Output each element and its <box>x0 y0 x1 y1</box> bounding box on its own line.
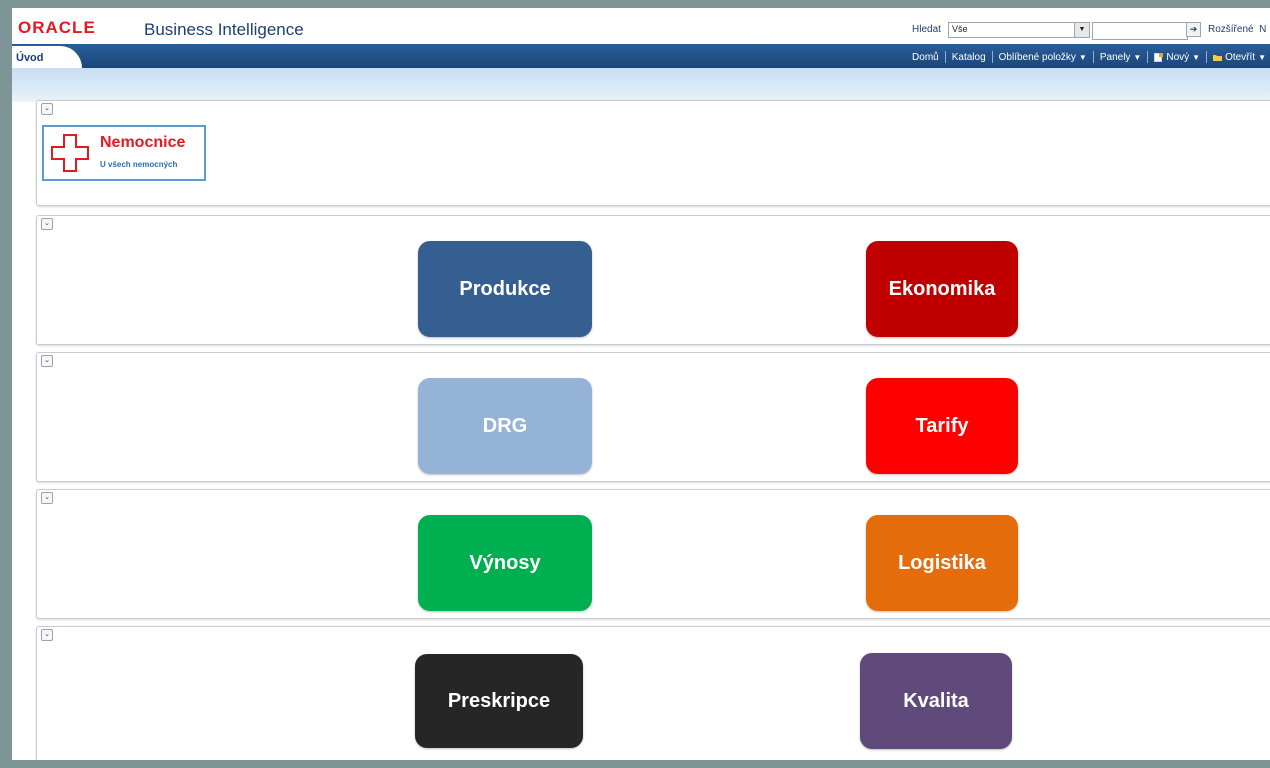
tab-uvod[interactable]: Úvod <box>12 46 82 68</box>
oracle-logo: ORACLE <box>18 18 96 37</box>
menu-dashboards-label: Panely <box>1099 51 1131 63</box>
caret-down-icon: ▼ <box>1133 52 1142 62</box>
menu-open-label: Otevřít <box>1225 51 1256 63</box>
product-title: Business Intelligence <box>144 20 304 39</box>
hospital-tagline: U všech nemocných <box>100 160 178 169</box>
tile-vynosy[interactable]: Výnosy <box>418 515 592 611</box>
collapse-toggle-icon[interactable]: ⌄ <box>41 355 53 367</box>
header-bar: ORACLE Business Intelligence Hledat Vše … <box>12 8 1270 45</box>
page-header-band <box>12 68 1270 102</box>
menu-favorites[interactable]: Oblíbené položky ▼ <box>999 52 1087 63</box>
search-scope-select[interactable]: Vše ▼ <box>948 22 1090 38</box>
divider <box>944 51 946 63</box>
tile-tarify[interactable]: Tarify <box>866 378 1018 474</box>
menu-dashboards[interactable]: Panely ▼ <box>1100 52 1142 63</box>
menu-new-label: Nový <box>1166 51 1190 63</box>
menu-open[interactable]: Otevřít ▼ <box>1213 52 1266 63</box>
dashboard-section-row1: ⌄ <box>36 215 1270 345</box>
caret-down-icon: ▼ <box>1258 52 1266 62</box>
caret-down-icon: ▼ <box>1192 52 1201 62</box>
red-cross-icon <box>51 134 89 172</box>
hospital-name: Nemocnice <box>100 134 186 151</box>
global-nav-bar: Úvod Domů Katalog Oblíbené položky ▼ Pane… <box>12 44 1270 68</box>
divider <box>1147 51 1149 63</box>
tile-logistika[interactable]: Logistika <box>866 515 1018 611</box>
hospital-logo: Nemocnice U všech nemocných <box>42 125 206 181</box>
folder-icon <box>1213 54 1223 61</box>
search-input[interactable] <box>1092 22 1188 40</box>
collapse-toggle-icon[interactable]: ⌄ <box>41 492 53 504</box>
divider <box>991 51 993 63</box>
advanced-search-link[interactable]: Rozšířené N <box>1208 24 1266 35</box>
search-label: Hledat <box>912 24 941 35</box>
menu-new[interactable]: Nový ▼ <box>1154 52 1200 63</box>
advanced-search-label[interactable]: Rozšířené <box>1208 24 1254 35</box>
new-document-icon <box>1154 52 1164 62</box>
chevron-down-icon[interactable]: ▼ <box>1074 23 1089 37</box>
dashboard-section-logo: ⌄ Nemocnice U všech nemocných <box>36 100 1270 206</box>
dashboard-section-row4: ⌄ <box>36 626 1270 760</box>
collapse-toggle-icon[interactable]: ⌄ <box>41 103 53 115</box>
menu-catalog-label: Katalog <box>951 51 986 63</box>
global-menu: Domů Katalog Oblíbené položky ▼ Panely ▼ N… <box>912 51 1266 63</box>
dashboard-section-row2: ⌄ <box>36 352 1270 482</box>
tile-produkce[interactable]: Produkce <box>418 241 592 337</box>
dashboard-section-row3: ⌄ <box>36 489 1270 619</box>
tile-drg[interactable]: DRG <box>418 378 592 474</box>
menu-home-label: Domů <box>912 51 939 63</box>
tile-ekonomika[interactable]: Ekonomika <box>866 241 1018 337</box>
divider <box>1092 51 1094 63</box>
menu-favorites-label: Oblíbené položky <box>998 51 1076 63</box>
collapse-toggle-icon[interactable]: ⌄ <box>41 218 53 230</box>
collapse-toggle-icon[interactable]: ⌄ <box>41 629 53 641</box>
search-scope-value: Vše <box>952 24 968 34</box>
menu-catalog[interactable]: Katalog <box>952 52 986 63</box>
help-link-truncated[interactable]: N <box>1259 24 1266 35</box>
caret-down-icon: ▼ <box>1078 52 1087 62</box>
arrow-right-icon[interactable]: ➔ <box>1186 22 1201 37</box>
tab-label: Úvod <box>16 52 44 64</box>
menu-home[interactable]: Domů <box>912 52 939 63</box>
tile-preskripce[interactable]: Preskripce <box>415 654 583 748</box>
browser-content: ORACLE Business Intelligence Hledat Vše … <box>12 8 1270 760</box>
divider <box>1206 51 1208 63</box>
tile-kvalita[interactable]: Kvalita <box>860 653 1012 749</box>
